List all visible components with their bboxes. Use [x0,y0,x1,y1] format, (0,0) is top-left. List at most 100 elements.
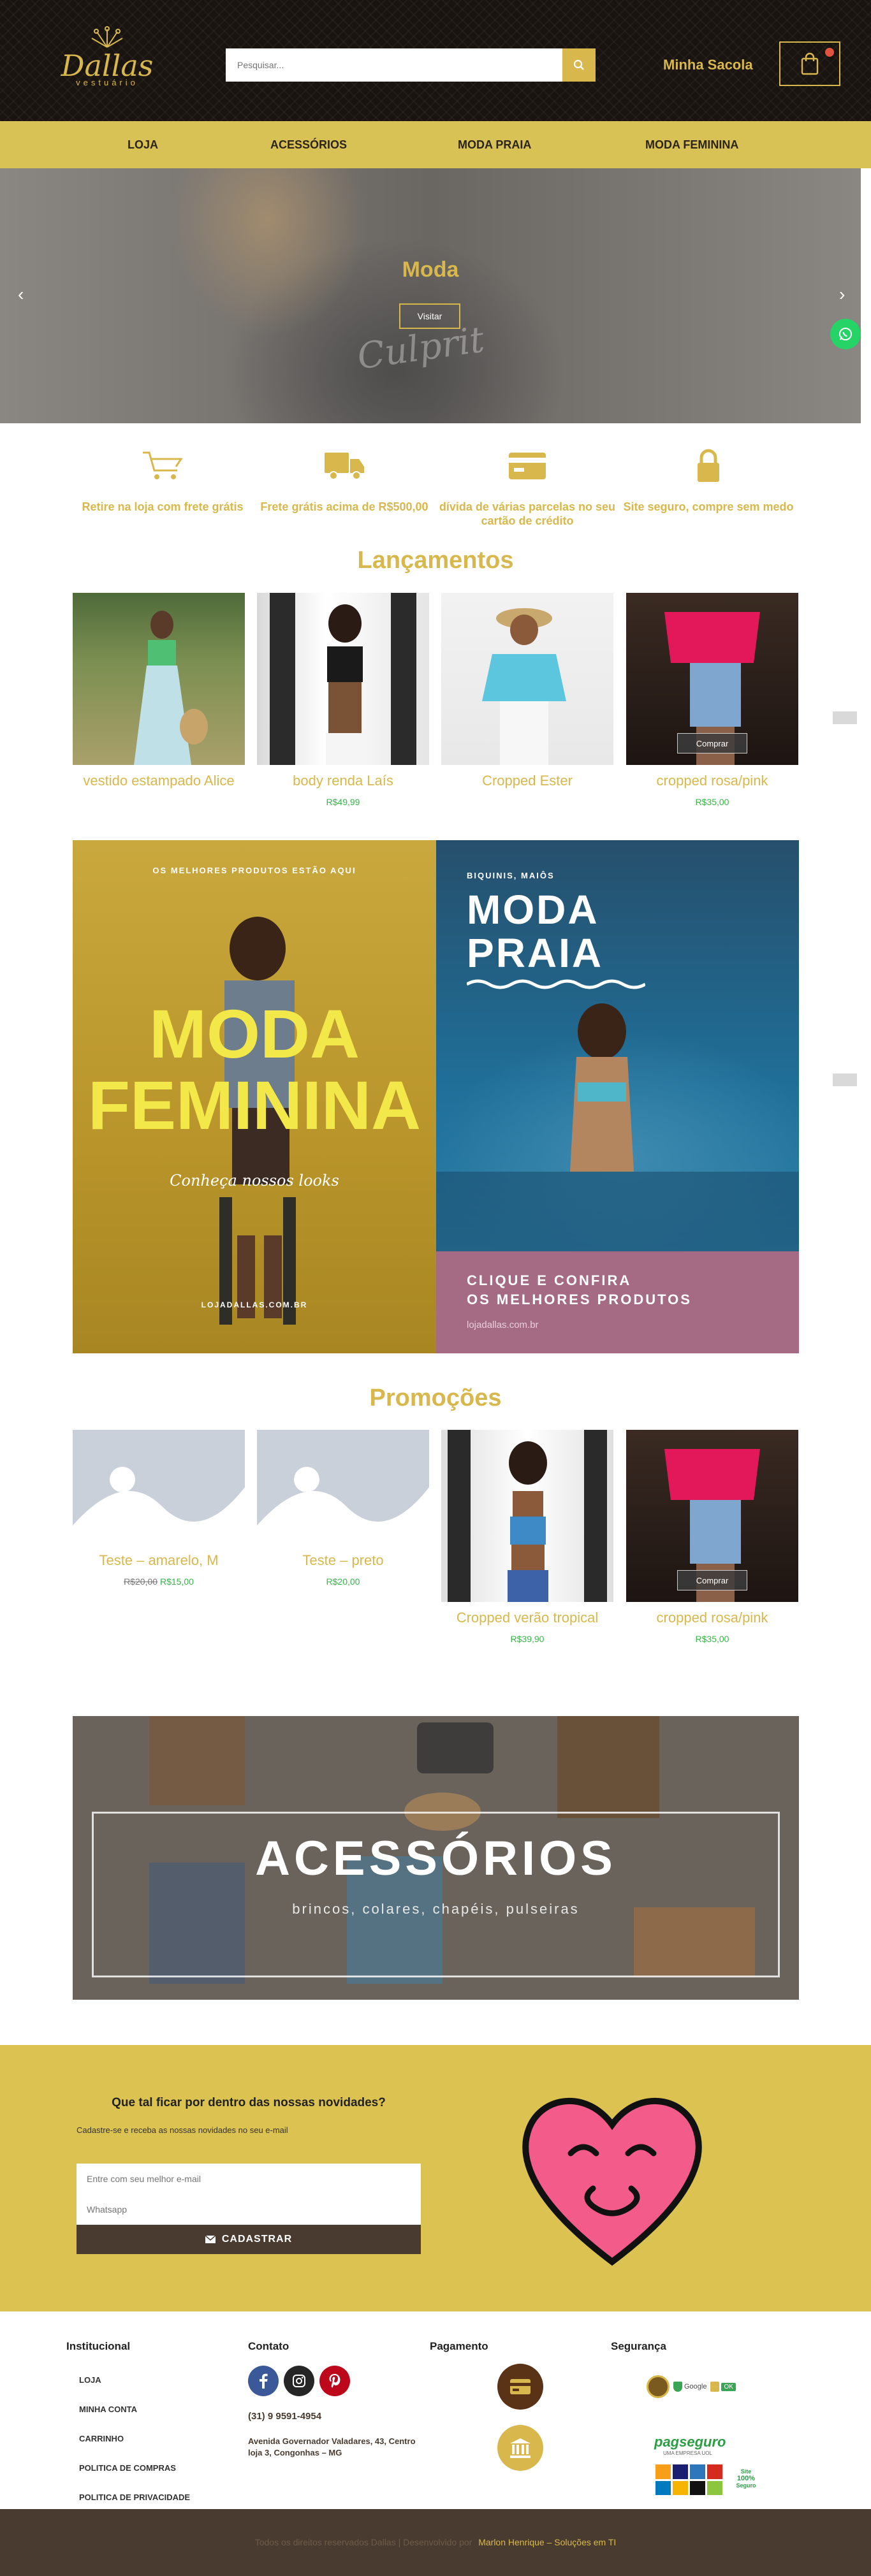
product-card[interactable]: Cropped verão tropical R$39,90 [441,1430,613,1644]
pagseguro-logo: pagseguro UMA EMPRESA UOL [654,2434,756,2459]
product-name[interactable]: body renda Laís [257,773,429,789]
product-name[interactable]: cropped rosa/pink [626,1610,798,1626]
product-name[interactable]: cropped rosa/pink [626,773,798,789]
product-card[interactable]: vestido estampado Alice [73,593,245,789]
check-shield-icon [673,2382,682,2392]
contact-phone[interactable]: (31) 9 9591-4954 [248,2411,321,2422]
side-scroll-tab[interactable] [833,1073,857,1086]
hero-slider: Culprit Moda Visitar ‹ › [0,168,861,423]
product-card[interactable]: body renda Laís R$49,99 [257,593,429,807]
footer-link-politica-privacidade[interactable]: POLITICA DE PRIVACIDADE [79,2492,190,2502]
logo[interactable]: Dallas vestuário [56,25,158,96]
contact-address-line1: Avenida Governador Valadares, 43, Centro [248,2436,416,2446]
newsletter-form: CADASTRAR [77,2164,421,2254]
whatsapp-button[interactable] [830,319,861,349]
card-brand-icon [673,2480,688,2495]
footer: Institucional LOJA MINHA CONTA CARRINHO … [0,2311,871,2509]
product-price: R$20,00 R$15,00 [73,1576,245,1587]
slider-prev-arrow-icon[interactable]: ‹ [18,284,24,305]
hero-title: Moda [402,258,459,282]
feature-text: dívida de várias parcelas no seu cartão … [439,500,616,527]
product-name[interactable]: vestido estampado Alice [73,773,245,789]
promotions-title: Promoções [369,1385,502,1411]
banner-title-line1: MODA [467,887,599,933]
copyright-text: Todos os direitos reservados Dallas | De… [254,2537,472,2547]
product-image-placeholder[interactable] [73,1430,245,1545]
product-image[interactable] [441,1430,613,1602]
email-field[interactable] [77,2164,421,2194]
pagseguro-sub: UMA EMPRESA UOL [663,2450,712,2456]
card-brand-icon [707,2480,722,2495]
product-card[interactable]: Teste – amarelo, M R$20,00 R$15,00 [73,1430,245,1587]
truck-icon [325,453,364,480]
product-price: R$20,00 [326,1576,360,1587]
ssl-line3: Seguro [736,2482,756,2489]
feature-installments: dívida de várias parcelas no seu cartão … [435,446,620,528]
logo-name: Dallas [61,48,154,83]
product-card[interactable]: Comprar cropped rosa/pink R$35,00 [626,1430,798,1644]
product-image[interactable]: Comprar [626,1430,798,1602]
product-image-placeholder[interactable] [257,1430,429,1545]
banner-title-line2: FEMININA [88,1066,421,1144]
product-name[interactable]: Teste – amarelo, M [73,1552,245,1569]
nav-item-moda-feminina[interactable]: MODA FEMININA [645,121,738,168]
instagram-button[interactable] [284,2366,314,2396]
banner-tagline: BIQUINIS, MAIÔS [467,871,555,880]
product-price: R$35,00 [695,797,729,807]
developer-link[interactable]: Marlon Henrique – Soluções em TI [478,2537,616,2547]
facebook-button[interactable] [248,2366,279,2396]
footer-link-loja[interactable]: LOJA [79,2375,101,2385]
product-name[interactable]: Teste – preto [257,1552,429,1569]
card-brand-icon [707,2464,722,2479]
bank-icon [510,2438,531,2458]
product-card[interactable]: Comprar cropped rosa/pink R$35,00 [626,593,798,807]
product-card[interactable]: Cropped Ester [441,593,613,789]
card-brand-icon [673,2464,688,2479]
bag-label[interactable]: Minha Sacola [663,57,753,73]
buy-button[interactable]: Comprar [677,733,747,753]
nav-item-moda-praia[interactable]: MODA PRAIA [458,121,531,168]
model-figure [134,611,208,765]
search-input[interactable] [226,48,562,82]
feature-free-shipping: Frete grátis acima de R$500,00 [252,446,437,514]
side-scroll-tab[interactable] [833,711,857,724]
product-card[interactable]: Teste – preto R$20,00 [257,1430,429,1587]
footer-link-carrinho[interactable]: CARRINHO [79,2434,124,2443]
footer-link-politica-compras[interactable]: POLITICA DE COMPRAS [79,2463,176,2473]
card-brand-icon [655,2464,671,2479]
banner-acessorios[interactable]: ACESSÓRIOS brincos, colares, chapéis, pu… [73,1716,799,2000]
whatsapp-icon [839,328,852,340]
newsletter-section: Que tal ficar por dentro das nossas novi… [0,2045,871,2311]
product-name[interactable]: Cropped Ester [441,773,613,789]
envelope-icon [205,2236,216,2243]
footer-link-minha-conta[interactable]: MINHA CONTA [79,2405,137,2414]
whatsapp-field[interactable] [77,2194,421,2225]
card-brand-icon [655,2480,671,2495]
buy-button[interactable]: Comprar [677,1570,747,1590]
slider-next-arrow-icon[interactable]: › [839,284,845,305]
product-name[interactable]: Cropped verão tropical [441,1610,613,1626]
hero-visit-button[interactable]: Visitar [399,303,460,329]
hero-image [0,168,861,423]
pagseguro-name: pagseguro [654,2434,726,2450]
product-image[interactable] [257,593,429,765]
feature-text: Site seguro, compre sem medo [623,500,794,513]
search-icon [573,59,584,70]
search-button[interactable] [562,48,596,82]
google-safe-badge: Google [673,2382,706,2392]
bag-button[interactable] [779,41,840,86]
product-price: R$49,99 [326,797,360,807]
pinterest-button[interactable] [319,2366,350,2396]
banner-script: Conheça nossos looks [170,1172,339,1190]
banner-moda-feminina[interactable]: OS MELHORES PRODUTOS ESTÃO AQUI MODA FEM… [73,840,436,1353]
card-brand-icon [690,2480,705,2495]
shopping-bag-icon [801,52,819,75]
cart-icon [143,451,183,479]
product-image[interactable]: Comprar [626,593,798,765]
nav-item-loja[interactable]: LOJA [128,121,158,168]
banner-moda-praia[interactable]: BIQUINIS, MAIÔS MODA PRAIA CLIQUE E CONF… [436,840,799,1353]
product-image[interactable] [73,593,245,765]
product-image[interactable] [441,593,613,765]
nav-item-acessorios[interactable]: ACESSÓRIOS [270,121,347,168]
subscribe-button[interactable]: CADASTRAR [77,2225,421,2254]
